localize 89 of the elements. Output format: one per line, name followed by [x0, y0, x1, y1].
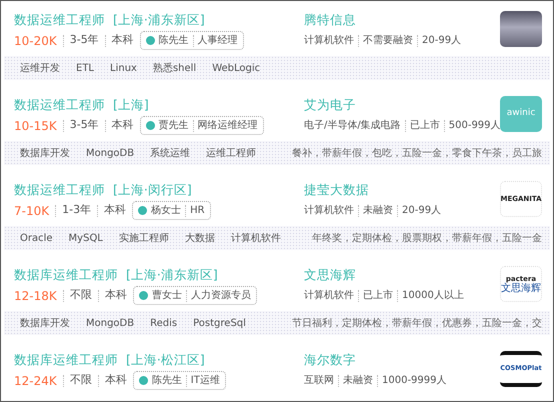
skill-tag: PostgreSql [193, 316, 246, 330]
recruiter-name: 陈先生 [152, 374, 182, 388]
company-size-text: 20-99人 [402, 204, 442, 218]
recruiter-contact[interactable]: 杨女士 HR [132, 201, 211, 220]
chat-icon [138, 206, 148, 215]
skill-tag: Linux [110, 60, 137, 76]
company-size-text: 1000-9999人 [382, 374, 447, 388]
job-title[interactable]: 数据运维工程师 [14, 96, 105, 114]
chat-icon [138, 376, 148, 385]
photo-placeholder[interactable] [500, 11, 542, 47]
industry-text: 计算机软件 [304, 288, 354, 303]
skill-tag: MongoDB [86, 146, 134, 160]
skill-tag: 运维工程师 [206, 146, 256, 160]
chat-icon [138, 291, 148, 300]
job-title[interactable]: 数据库运维工程师 [14, 351, 118, 369]
salary-text: 12-18K [14, 288, 57, 304]
industry-text: 计算机软件 [304, 204, 354, 218]
skill-tag: 系统运维 [150, 146, 190, 160]
recruiter-contact[interactable]: 贾先生 网络运维经理 [140, 116, 264, 135]
job-title[interactable]: 数据库运维工程师 [14, 266, 118, 284]
experience-text: 不限 [70, 287, 92, 304]
company-size-text: 500-999人 [448, 119, 501, 133]
education-text: 本科 [104, 202, 126, 218]
logo-subtext: 文思海辉 [501, 284, 541, 294]
job-title[interactable]: 数据运维工程师 [14, 181, 105, 199]
job-location: [上海·闵行区] [113, 181, 192, 199]
education-text: 本科 [104, 287, 127, 304]
skill-tag: WebLogic [212, 60, 260, 76]
company-logo[interactable]: awinic [500, 96, 542, 132]
job-location: [上海·浦东新区] [113, 11, 205, 29]
recruiter-contact[interactable]: 陈先生 人事经理 [140, 31, 244, 50]
industry-text: 计算机软件 [304, 34, 354, 48]
recruiter-role: 人事经理 [198, 34, 238, 48]
company-size-text: 20-99人 [422, 34, 462, 48]
skill-tag: 数据库开发 [20, 316, 70, 330]
skill-tag: Redis [150, 316, 178, 330]
chat-icon [146, 121, 155, 130]
salary-text: 10-20K [14, 32, 57, 50]
recruiter-role: IT运维 [190, 374, 220, 388]
skill-tag: MySQL [68, 230, 103, 246]
funding-text: 已上市 [363, 288, 393, 303]
funding-text: 已上市 [410, 118, 440, 133]
skill-tag: 大数据 [184, 230, 215, 246]
skill-tag: 实施工程师 [118, 230, 169, 246]
recruiter-role: 人力资源专员 [190, 288, 251, 303]
company-name[interactable]: 艾为电子 [304, 96, 494, 114]
recruiter-contact[interactable]: 陈先生 IT运维 [132, 371, 226, 390]
benefits-text: 餐补，带薪年假，包吃，五险一金，零食下午茶，员工旅 [292, 146, 542, 160]
benefits-text: 年终奖，定期体检，股票期权，带薪年假，五险一金 [312, 232, 542, 246]
skill-tag: MongoDB [86, 316, 134, 330]
education-text: 本科 [112, 117, 134, 134]
recruiter-name: 贾先生 [158, 118, 189, 133]
education-text: 本科 [104, 372, 127, 388]
company-name[interactable]: 海尔数字 [304, 351, 494, 369]
experience-text: 不限 [70, 372, 92, 388]
skill-tag: Oracle [20, 230, 53, 246]
salary-text: 7-10K [14, 202, 50, 220]
benefits-text: 节日福利，定期体检，带薪年假，优惠券，五险一金，交 [292, 316, 542, 330]
company-name[interactable]: 捷莹大数据 [304, 181, 494, 199]
job-location: [上海] [113, 96, 149, 114]
recruiter-name: 曹女士 [152, 288, 182, 303]
funding-text: 未融资 [363, 204, 393, 218]
salary-text: 12-24K [14, 372, 57, 390]
recruiter-name: 杨女士 [151, 204, 182, 218]
salary-text: 10-15K [14, 118, 57, 134]
skill-tag: 运维开发 [20, 60, 60, 76]
funding-text: 不需要融资 [363, 34, 413, 48]
experience-text: 3-5年 [70, 32, 99, 48]
job-location: [上海·松江区] [126, 351, 205, 369]
recruiter-name: 陈先生 [158, 34, 189, 48]
chat-icon [146, 36, 155, 45]
company-name[interactable]: 腾特信息 [304, 11, 494, 29]
company-size-text: 10000人以上 [402, 288, 464, 303]
skill-tag: 熟悉shell [152, 60, 196, 76]
industry-text: 互联网 [304, 374, 334, 388]
skill-tag: 计算机软件 [230, 230, 281, 246]
recruiter-role: 网络运维经理 [198, 118, 258, 133]
industry-text: 电子/半导体/集成电路 [304, 118, 401, 133]
education-text: 本科 [112, 32, 134, 48]
skill-tag: 数据库开发 [20, 146, 70, 160]
company-name[interactable]: 文思海辉 [304, 266, 494, 284]
funding-text: 未融资 [343, 374, 373, 388]
recruiter-contact[interactable]: 曹女士 人力资源专员 [132, 286, 257, 305]
job-location: [上海·浦东新区] [126, 266, 218, 284]
experience-text: 3-5年 [70, 117, 99, 134]
job-title[interactable]: 数据运维工程师 [14, 11, 105, 29]
recruiter-role: HR [190, 204, 205, 218]
experience-text: 1-3年 [62, 202, 92, 218]
skill-tag: ETL [76, 60, 94, 76]
